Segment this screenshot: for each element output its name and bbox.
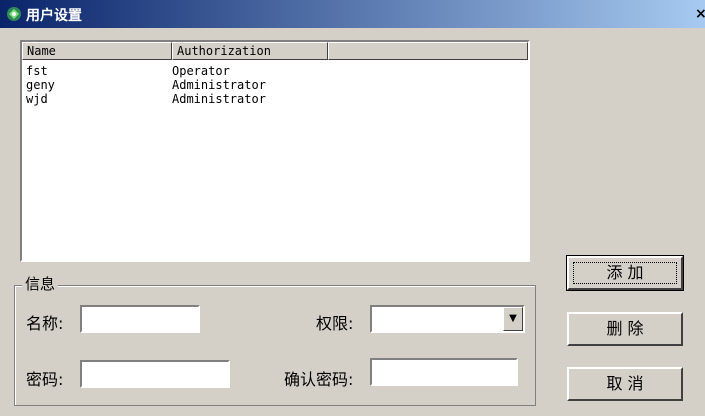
window-title: 用户设置	[26, 8, 82, 24]
permission-select[interactable]: ▼	[370, 305, 525, 333]
cell-authorization: Administrator	[172, 92, 266, 106]
delete-button[interactable]: 删 除	[567, 312, 683, 346]
info-group-label: 信息	[22, 273, 59, 294]
cancel-button[interactable]: 取 消	[567, 367, 683, 401]
cell-authorization: Administrator	[172, 78, 266, 92]
cancel-button-label: 取 消	[606, 374, 644, 393]
column-header-authorization[interactable]: Authorization	[172, 42, 328, 60]
focus-rect	[573, 262, 677, 284]
list-header: Name Authorization	[22, 42, 528, 60]
chevron-down-icon[interactable]: ▼	[503, 307, 523, 331]
cell-authorization: Operator	[172, 64, 230, 78]
title-bar: 用户设置 ×	[0, 0, 705, 28]
user-list[interactable]: Name Authorization fst Operator geny Adm…	[20, 40, 530, 262]
add-button[interactable]: 添 加	[566, 255, 684, 291]
app-icon	[6, 6, 22, 22]
cell-name: geny	[26, 78, 55, 92]
name-label: 名称:	[26, 314, 64, 333]
permission-label: 权限:	[316, 314, 354, 333]
confirm-password-field[interactable]	[370, 358, 518, 386]
column-header-empty[interactable]	[328, 42, 528, 60]
close-button[interactable]: ×	[695, 6, 705, 22]
name-field[interactable]	[80, 305, 200, 333]
column-header-name[interactable]: Name	[22, 42, 172, 60]
delete-button-label: 删 除	[606, 319, 644, 338]
cell-name: fst	[26, 64, 48, 78]
cell-name: wjd	[26, 92, 48, 106]
password-label: 密码:	[26, 370, 64, 389]
password-field[interactable]	[80, 360, 230, 388]
confirm-password-label: 确认密码:	[284, 370, 354, 389]
